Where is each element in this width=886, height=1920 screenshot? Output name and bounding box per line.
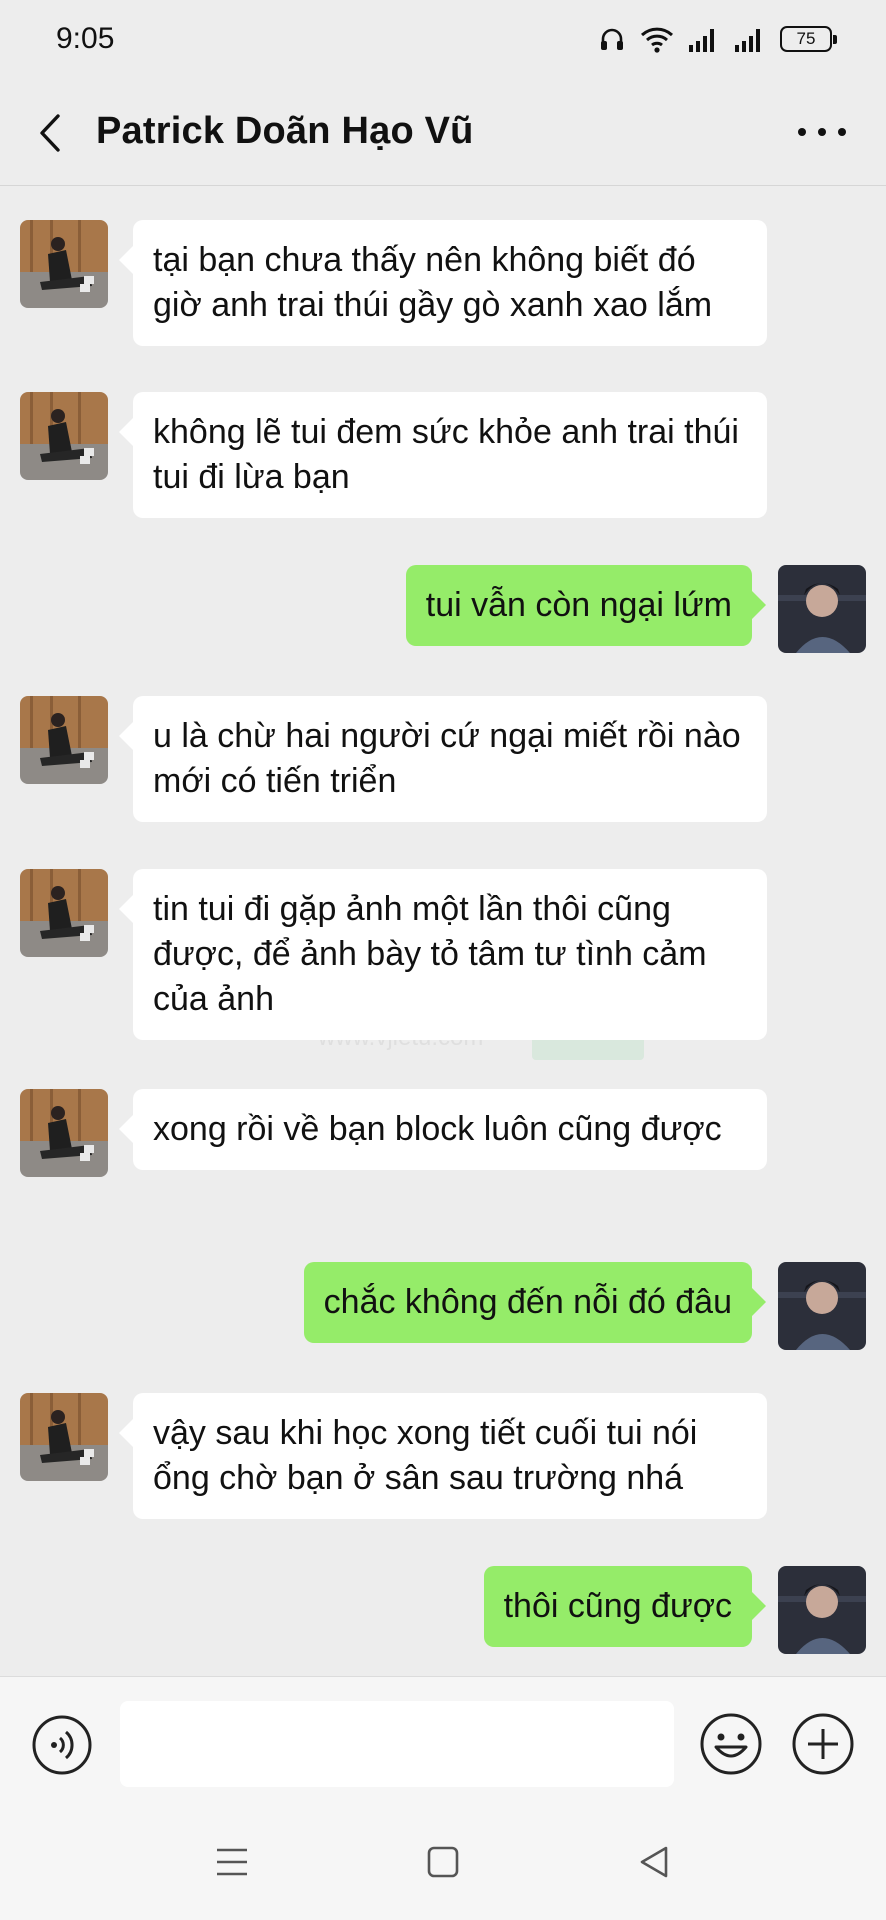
more-actions-button[interactable] [790,1711,856,1777]
wifi-icon [640,25,674,53]
back-triangle-icon [640,1846,668,1878]
headphones-icon [598,25,626,53]
status-bar: 9:05 75 [0,0,886,80]
chat-header: Patrick Doãn Hạo Vũ [0,82,886,186]
input-bar [0,1676,886,1810]
user-avatar[interactable] [778,565,866,653]
signal-icon [688,25,720,53]
outgoing-message[interactable]: chắc không đến nỗi đó đâu [303,1262,767,1343]
emoji-icon [700,1713,762,1775]
incoming-message[interactable]: tại bạn chưa thấy nên không biết đó giờ … [119,220,767,346]
incoming-message[interactable]: không lẽ tui đem sức khỏe anh trai thúi … [119,392,767,518]
outgoing-message[interactable]: thôi cũng được [483,1566,767,1647]
message-list[interactable]: 微信图 www.vjietu.com tại bạn chưa thấy nên… [0,186,886,1676]
incoming-message[interactable]: tin tui đi gặp ảnh một lần thôi cũng đượ… [119,869,767,1040]
outgoing-message[interactable]: tui vẫn còn ngại lứm [405,565,767,646]
incoming-message[interactable]: xong rồi về bạn block luôn cũng được [119,1089,767,1170]
home-button[interactable] [421,1840,465,1884]
chat-title: Patrick Doãn Hạo Vũ [96,110,474,152]
user-avatar[interactable] [778,1262,866,1350]
plus-icon [792,1713,854,1775]
contact-avatar[interactable] [20,696,108,784]
voice-icon [32,1715,92,1775]
contact-avatar[interactable] [20,220,108,308]
chevron-left-icon [40,114,60,152]
contact-avatar[interactable] [20,869,108,957]
more-button[interactable] [792,112,852,152]
message-input[interactable] [120,1701,674,1787]
incoming-message[interactable]: vậy sau khi học xong tiết cuối tui nói ổ… [119,1393,767,1519]
status-time: 9:05 [56,22,115,55]
status-icons: 75 [598,22,837,56]
contact-avatar[interactable] [20,392,108,480]
signal-icon [734,25,766,53]
back-button[interactable] [30,110,76,156]
battery-icon: 75 [780,26,837,52]
more-horizontal-icon [798,128,846,136]
menu-icon [217,1848,247,1876]
recent-apps-button[interactable] [210,1840,254,1884]
system-back-button[interactable] [632,1840,676,1884]
incoming-message[interactable]: u là chừ hai người cứ ngại miết rồi nào … [119,696,767,822]
contact-avatar[interactable] [20,1393,108,1481]
system-nav-bar [0,1810,886,1920]
home-square-icon [427,1846,459,1878]
emoji-button[interactable] [698,1711,764,1777]
user-avatar[interactable] [778,1566,866,1654]
contact-avatar[interactable] [20,1089,108,1177]
voice-button[interactable] [30,1713,94,1777]
